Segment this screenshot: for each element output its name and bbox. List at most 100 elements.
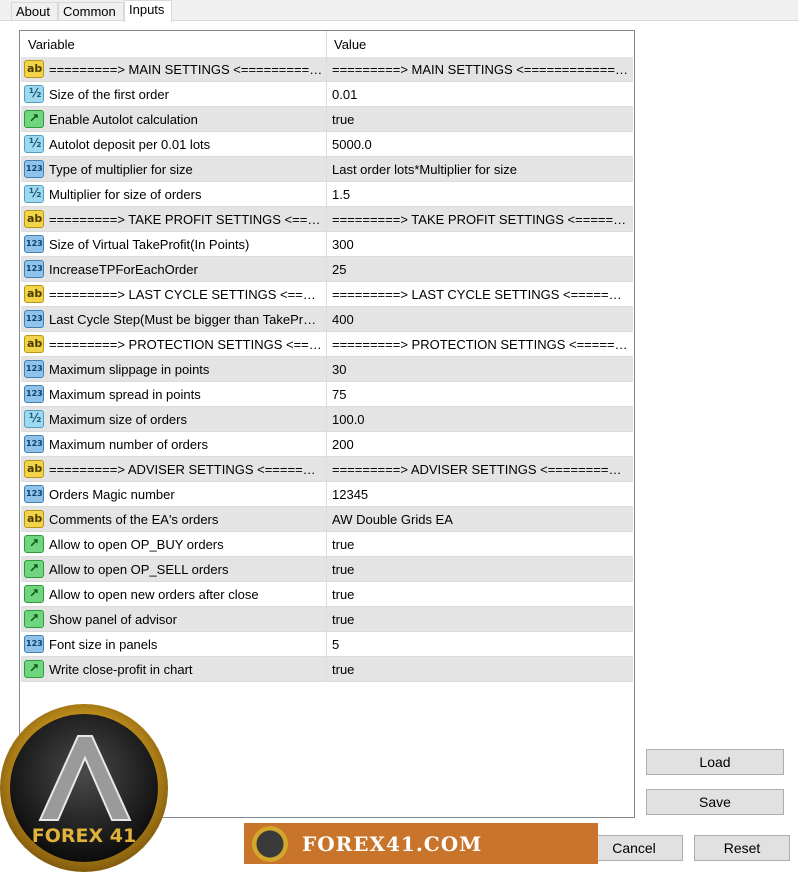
value-cell[interactable]: =========> ADVISER SETTINGS <===========… bbox=[327, 457, 633, 482]
value-cell[interactable]: 75 bbox=[327, 382, 633, 407]
list-item[interactable]: Allow to open new orders after close true bbox=[21, 582, 633, 607]
value-cell[interactable]: 0.01 bbox=[327, 82, 633, 107]
variable-cell[interactable]: Multiplier for size of orders bbox=[21, 182, 327, 207]
list-item[interactable]: =========> ADVISER SETTINGS <===========… bbox=[21, 457, 633, 482]
variable-cell[interactable]: =========> TAKE PROFIT SETTINGS <=======… bbox=[21, 207, 327, 232]
variable-cell[interactable]: =========> ADVISER SETTINGS <===========… bbox=[21, 457, 327, 482]
variable-value: 30 bbox=[332, 362, 347, 377]
variable-value: true bbox=[332, 587, 355, 602]
variable-name: Maximum slippage in points bbox=[49, 362, 210, 377]
integer-type-icon bbox=[24, 635, 44, 653]
tab-about[interactable]: About bbox=[11, 2, 58, 20]
value-cell[interactable]: 5 bbox=[327, 632, 633, 657]
variable-cell[interactable]: Maximum spread in points bbox=[21, 382, 327, 407]
list-item[interactable]: Maximum number of orders 200 bbox=[21, 432, 633, 457]
variable-cell[interactable]: =========> MAIN SETTINGS <==============… bbox=[21, 57, 327, 82]
variable-cell[interactable]: Allow to open new orders after close bbox=[21, 582, 327, 607]
variable-cell[interactable]: Maximum slippage in points bbox=[21, 357, 327, 382]
load-button[interactable]: Load bbox=[646, 749, 784, 775]
variable-value: 100.0 bbox=[332, 412, 365, 427]
variable-cell[interactable]: Allow to open OP_SELL orders bbox=[21, 557, 327, 582]
variable-value: 200 bbox=[332, 437, 354, 452]
value-cell[interactable]: 30 bbox=[327, 357, 633, 382]
list-item[interactable]: =========> TAKE PROFIT SETTINGS <=======… bbox=[21, 207, 633, 232]
reset-button[interactable]: Reset bbox=[694, 835, 790, 861]
list-item[interactable]: Multiplier for size of orders 1.5 bbox=[21, 182, 633, 207]
value-cell[interactable]: =========> PROTECTION SETTINGS <========… bbox=[327, 332, 633, 357]
column-header-value[interactable]: Value bbox=[327, 31, 633, 57]
list-item[interactable]: Size of Virtual TakeProfit(In Points) 300 bbox=[21, 232, 633, 257]
list-item[interactable]: Enable Autolot calculation true bbox=[21, 107, 633, 132]
variable-value: =========> TAKE PROFIT SETTINGS <=======… bbox=[332, 212, 628, 227]
value-cell[interactable]: true bbox=[327, 607, 633, 632]
list-item[interactable]: IncreaseTPForEachOrder 25 bbox=[21, 257, 633, 282]
variable-cell[interactable]: Write close-profit in chart bbox=[21, 657, 327, 682]
list-item[interactable]: Comments of the EA's orders AW Double Gri… bbox=[21, 507, 633, 532]
value-cell[interactable]: 400 bbox=[327, 307, 633, 332]
value-cell[interactable]: 12345 bbox=[327, 482, 633, 507]
save-button[interactable]: Save bbox=[646, 789, 784, 815]
double-type-icon bbox=[24, 185, 44, 203]
list-item[interactable]: Write close-profit in chart true bbox=[21, 657, 633, 682]
value-cell[interactable]: =========> LAST CYCLE SETTINGS <========… bbox=[327, 282, 633, 307]
value-cell[interactable]: true bbox=[327, 557, 633, 582]
value-cell[interactable]: 200 bbox=[327, 432, 633, 457]
variable-cell[interactable]: Last Cycle Step(Must be bigger than Take… bbox=[21, 307, 327, 332]
tab-common[interactable]: Common bbox=[58, 2, 124, 20]
variable-cell[interactable]: Comments of the EA's orders bbox=[21, 507, 327, 532]
column-header-variable[interactable]: Variable bbox=[21, 31, 327, 57]
tab-inputs[interactable]: Inputs bbox=[124, 0, 172, 22]
list-item[interactable]: =========> MAIN SETTINGS <==============… bbox=[21, 57, 633, 82]
list-item[interactable]: Maximum spread in points 75 bbox=[21, 382, 633, 407]
inputs-list[interactable]: Variable Value =========> MAIN SETTINGS … bbox=[19, 30, 635, 818]
value-cell[interactable]: AW Double Grids EA bbox=[327, 507, 633, 532]
variable-cell[interactable]: Maximum size of orders bbox=[21, 407, 327, 432]
value-cell[interactable]: 5000.0 bbox=[327, 132, 633, 157]
list-item[interactable]: Maximum slippage in points 30 bbox=[21, 357, 633, 382]
cancel-button[interactable]: Cancel bbox=[585, 835, 683, 861]
variable-name: Maximum size of orders bbox=[49, 412, 187, 427]
variable-value: =========> ADVISER SETTINGS <===========… bbox=[332, 462, 628, 477]
list-item[interactable]: =========> PROTECTION SETTINGS <========… bbox=[21, 332, 633, 357]
value-cell[interactable]: 25 bbox=[327, 257, 633, 282]
list-item[interactable]: Show panel of advisor true bbox=[21, 607, 633, 632]
value-cell[interactable]: 1.5 bbox=[327, 182, 633, 207]
list-item[interactable]: Autolot deposit per 0.01 lots 5000.0 bbox=[21, 132, 633, 157]
variable-cell[interactable]: Font size in panels bbox=[21, 632, 327, 657]
variable-cell[interactable]: Maximum number of orders bbox=[21, 432, 327, 457]
value-cell[interactable]: true bbox=[327, 582, 633, 607]
variable-cell[interactable]: Type of multiplier for size bbox=[21, 157, 327, 182]
list-item[interactable]: Allow to open OP_SELL orders true bbox=[21, 557, 633, 582]
variable-cell[interactable]: Enable Autolot calculation bbox=[21, 107, 327, 132]
list-item[interactable]: =========> LAST CYCLE SETTINGS <========… bbox=[21, 282, 633, 307]
list-item[interactable]: Size of the first order 0.01 bbox=[21, 82, 633, 107]
variable-cell[interactable]: =========> PROTECTION SETTINGS <========… bbox=[21, 332, 327, 357]
list-item[interactable]: Maximum size of orders 100.0 bbox=[21, 407, 633, 432]
list-item[interactable]: Type of multiplier for size Last order lo… bbox=[21, 157, 633, 182]
variable-cell[interactable]: Show panel of advisor bbox=[21, 607, 327, 632]
variable-name: Multiplier for size of orders bbox=[49, 187, 202, 202]
list-item[interactable]: Orders Magic number 12345 bbox=[21, 482, 633, 507]
variable-name: =========> PROTECTION SETTINGS <========… bbox=[49, 337, 323, 352]
value-cell[interactable]: true bbox=[327, 657, 633, 682]
variable-cell[interactable]: Size of Virtual TakeProfit(In Points) bbox=[21, 232, 327, 257]
value-cell[interactable]: 100.0 bbox=[327, 407, 633, 432]
integer-type-icon bbox=[24, 235, 44, 253]
value-cell[interactable]: Last order lots*Multiplier for size bbox=[327, 157, 633, 182]
value-cell[interactable]: =========> TAKE PROFIT SETTINGS <=======… bbox=[327, 207, 633, 232]
variable-cell[interactable]: Orders Magic number bbox=[21, 482, 327, 507]
variable-cell[interactable]: Autolot deposit per 0.01 lots bbox=[21, 132, 327, 157]
variable-cell[interactable]: Allow to open OP_BUY orders bbox=[21, 532, 327, 557]
variable-name: =========> TAKE PROFIT SETTINGS <=======… bbox=[49, 212, 323, 227]
variable-cell[interactable]: Size of the first order bbox=[21, 82, 327, 107]
list-item[interactable]: Last Cycle Step(Must be bigger than Take… bbox=[21, 307, 633, 332]
value-cell[interactable]: true bbox=[327, 107, 633, 132]
list-item[interactable]: Font size in panels 5 bbox=[21, 632, 633, 657]
value-cell[interactable]: 300 bbox=[327, 232, 633, 257]
value-cell[interactable]: true bbox=[327, 532, 633, 557]
string-type-icon bbox=[24, 510, 44, 528]
list-item[interactable]: Allow to open OP_BUY orders true bbox=[21, 532, 633, 557]
variable-cell[interactable]: =========> LAST CYCLE SETTINGS <========… bbox=[21, 282, 327, 307]
variable-cell[interactable]: IncreaseTPForEachOrder bbox=[21, 257, 327, 282]
value-cell[interactable]: =========> MAIN SETTINGS <==============… bbox=[327, 57, 633, 82]
